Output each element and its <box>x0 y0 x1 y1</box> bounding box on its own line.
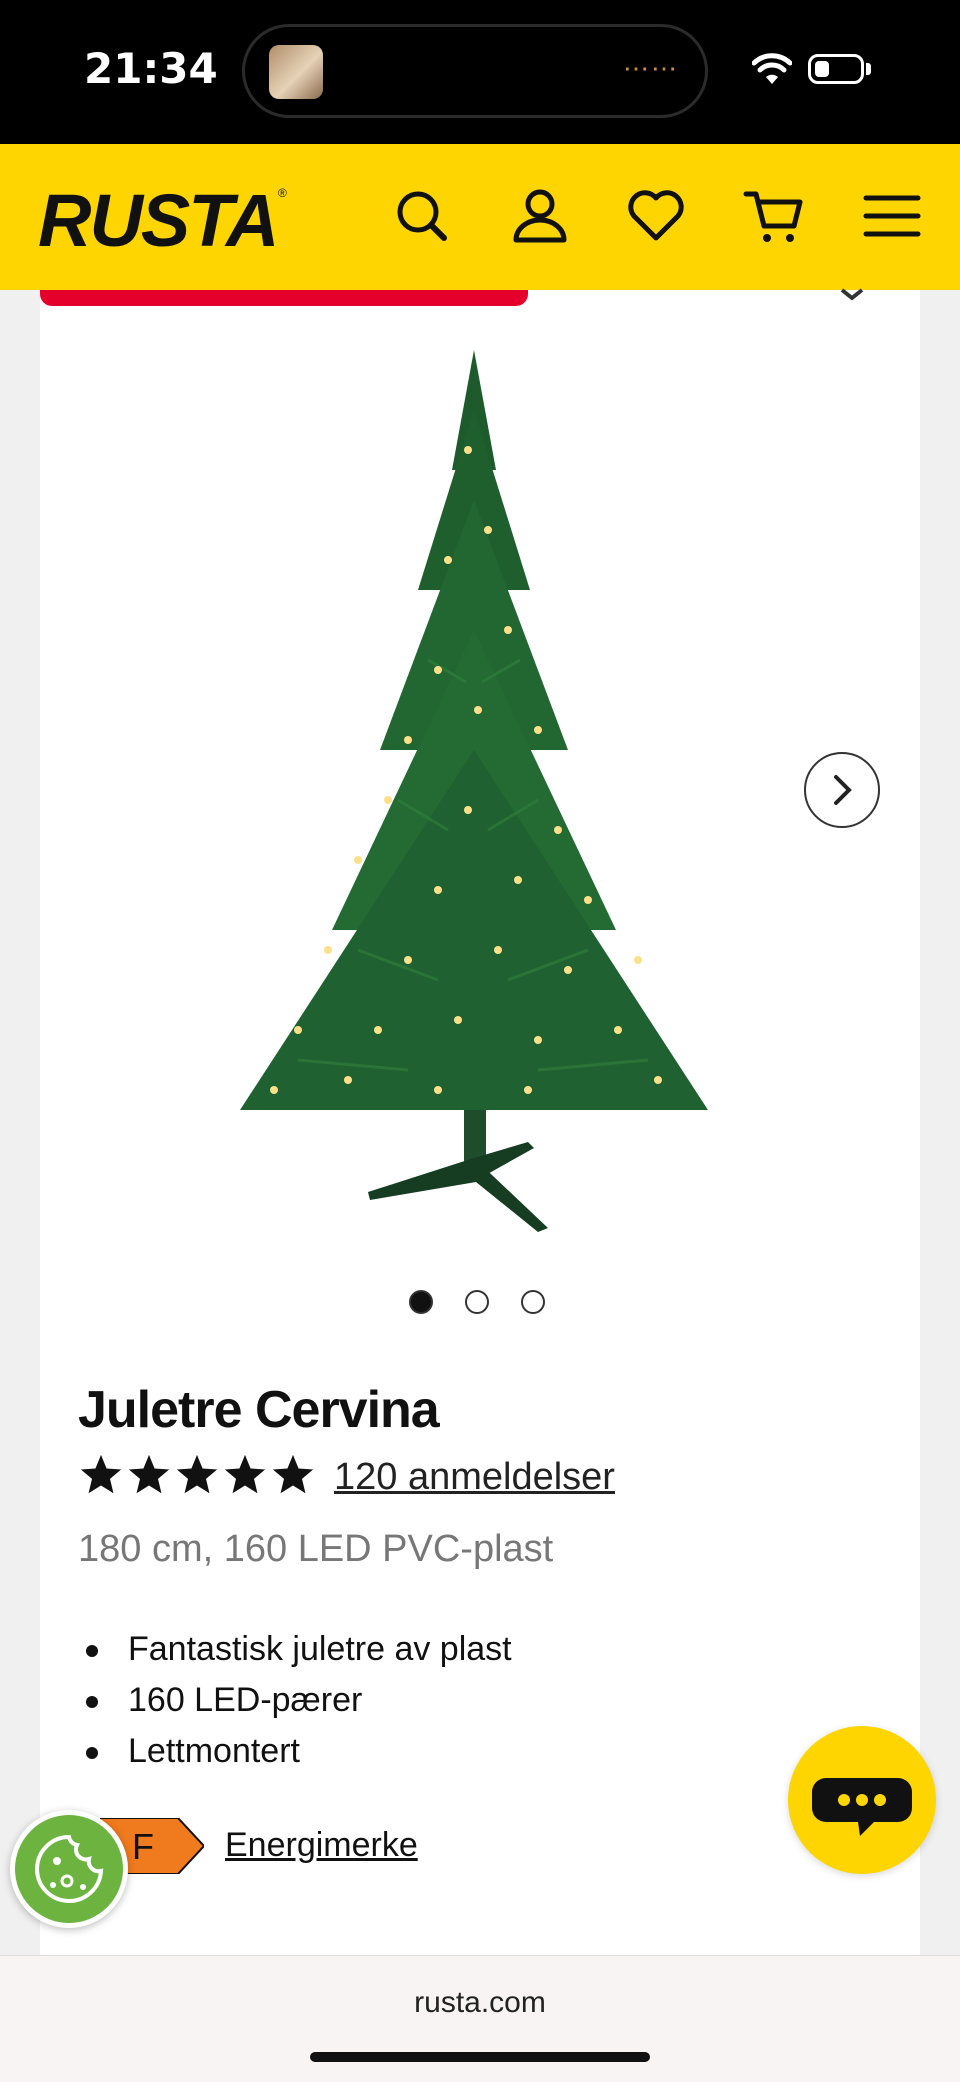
registered-mark: ® <box>278 186 287 200</box>
feature-item: 160 LED-pærer <box>78 1675 512 1726</box>
reviews-link[interactable]: 120 anmeldelser <box>334 1456 615 1499</box>
search-icon[interactable] <box>390 184 454 248</box>
home-indicator <box>310 2052 650 2062</box>
pagination-dot-1[interactable] <box>409 1290 433 1314</box>
star-icon <box>128 1454 170 1494</box>
site-header: RUSTA ® <box>0 144 960 290</box>
battery-tip <box>866 63 871 75</box>
star-icon <box>80 1454 122 1494</box>
status-bar: 21:34 ⋯⋯ <box>0 0 960 144</box>
energy-label-link[interactable]: Energimerke <box>225 1826 418 1865</box>
product-image[interactable] <box>238 330 710 1242</box>
account-icon[interactable] <box>508 184 572 248</box>
feature-list: Fantastisk juletre av plast 160 LED-pære… <box>78 1624 512 1777</box>
status-time: 21:34 <box>84 44 218 93</box>
image-pagination <box>0 1290 960 1314</box>
chevron-right-icon <box>834 775 852 805</box>
cookie-icon <box>35 1834 104 1903</box>
pagination-dot-3[interactable] <box>521 1290 545 1314</box>
pagination-dot-2[interactable] <box>465 1290 489 1314</box>
heart-icon[interactable] <box>624 184 688 248</box>
now-playing-thumbnail <box>269 45 323 99</box>
product-subtitle: 180 cm, 160 LED PVC-plast <box>78 1528 554 1570</box>
star-icon <box>176 1454 218 1494</box>
star-icon <box>272 1454 314 1494</box>
rating-stars <box>78 1452 316 1498</box>
next-image-button[interactable] <box>804 752 880 828</box>
browser-address-bar[interactable]: rusta.com <box>0 1955 960 2082</box>
sale-badge <box>40 290 528 306</box>
dynamic-island: ⋯⋯ <box>242 24 708 118</box>
url-text[interactable]: rusta.com <box>0 1986 960 2020</box>
cookie-settings-button[interactable] <box>10 1810 128 1928</box>
cart-icon[interactable] <box>742 184 806 248</box>
feature-item: Lettmontert <box>78 1726 512 1777</box>
audio-activity-icon: ⋯⋯ <box>623 53 679 83</box>
star-icon <box>224 1454 266 1494</box>
wifi-icon <box>752 53 792 84</box>
chat-bubble-icon <box>812 1778 912 1836</box>
chevron-down-icon[interactable] <box>838 286 866 302</box>
feature-item: Fantastisk juletre av plast <box>78 1624 512 1675</box>
battery-icon <box>808 54 864 84</box>
rusta-logo[interactable]: RUSTA <box>38 184 279 258</box>
chat-button[interactable] <box>788 1726 936 1874</box>
product-title: Juletre Cervina <box>78 1381 440 1439</box>
menu-icon[interactable] <box>860 184 924 248</box>
energy-class-letter: F <box>132 1826 154 1867</box>
